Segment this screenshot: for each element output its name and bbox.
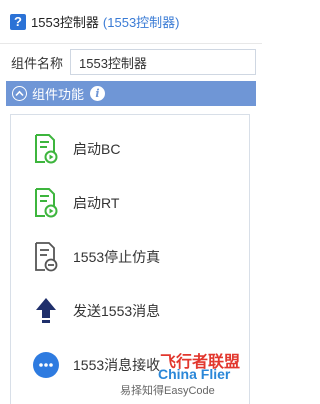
functions-section-header[interactable]: 组件功能 i <box>6 81 256 106</box>
watermark-account: 易择知得EasyCode <box>120 385 215 397</box>
component-subtitle: (1553控制器) <box>102 15 180 30</box>
component-name-row: 组件名称 <box>6 48 256 76</box>
doc-stop-icon <box>31 241 61 273</box>
upload-icon <box>31 295 61 327</box>
function-send-message[interactable]: 发送1553消息 <box>31 291 160 331</box>
info-icon[interactable]: i <box>90 86 106 101</box>
component-name-input[interactable] <box>70 49 256 75</box>
function-label: 1553停止仿真 <box>73 249 161 265</box>
function-stop-simulation[interactable]: 1553停止仿真 <box>31 237 160 277</box>
doc-play-icon <box>31 187 61 219</box>
help-icon[interactable]: ? <box>10 13 26 30</box>
doc-play-icon <box>31 133 61 165</box>
function-label: 启动BC <box>73 141 121 157</box>
function-start-bc[interactable]: 启动BC <box>31 129 120 169</box>
function-label: 1553消息接收 <box>73 357 161 373</box>
component-title: 1553控制器 <box>31 15 99 30</box>
chat-bubble-icon <box>31 349 61 381</box>
functions-section-title: 组件功能 <box>32 87 85 102</box>
component-name-label: 组件名称 <box>11 55 64 71</box>
function-receive-message[interactable]: 1553消息接收 <box>31 345 160 385</box>
watermark-logo-en: China Flier <box>158 366 231 382</box>
function-label: 启动RT <box>73 195 120 211</box>
function-start-rt[interactable]: 启动RT <box>31 183 119 223</box>
chevron-up-icon[interactable] <box>12 86 27 101</box>
panel-title-bar: ? 1553控制器 (1553控制器) <box>0 0 262 44</box>
function-label: 发送1553消息 <box>73 303 161 319</box>
